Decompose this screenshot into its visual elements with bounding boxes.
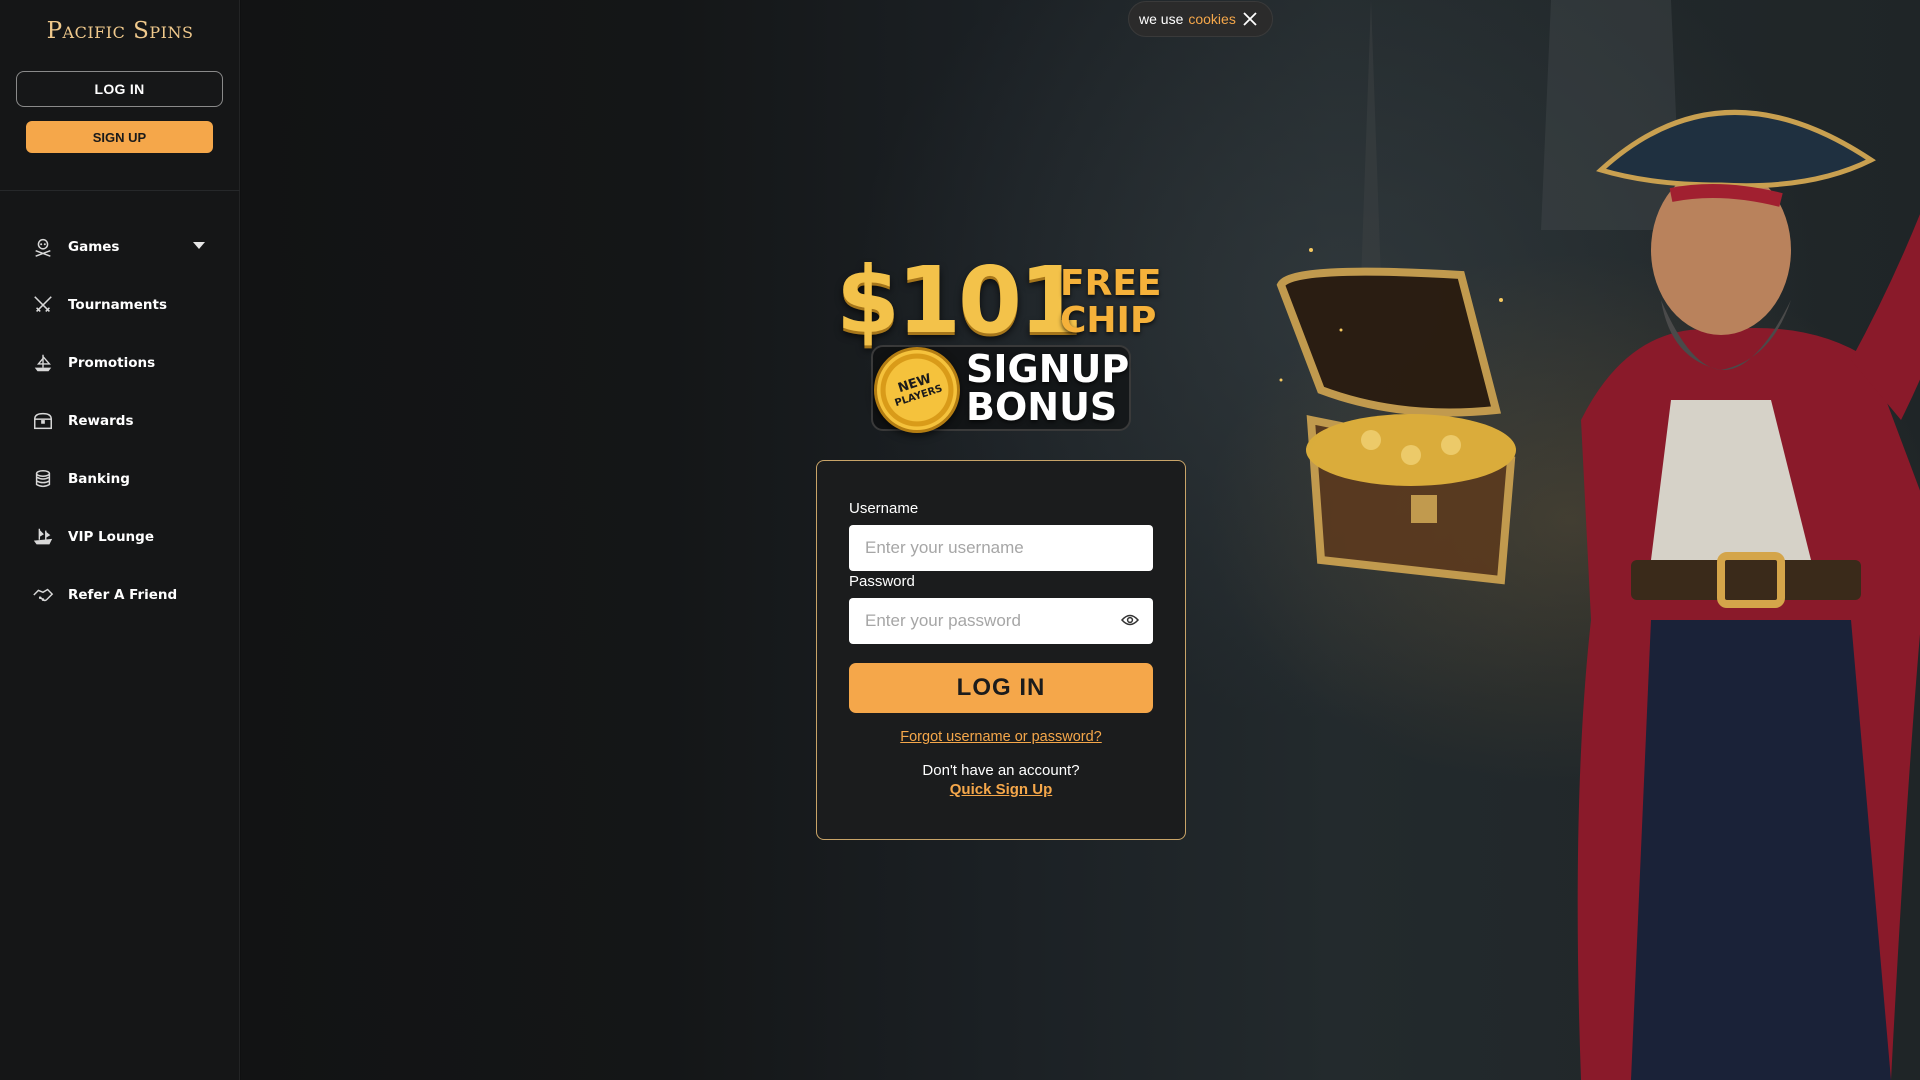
pirate-hero-image [1276,0,1920,1080]
cookies-link[interactable]: cookies [1188,11,1235,27]
username-input[interactable] [849,525,1153,571]
promo-signup-bonus: SIGNUP BONUS [966,350,1129,426]
sidebar-login-button[interactable]: LOG IN [16,71,223,107]
sidebar-item-label: Refer A Friend [68,587,178,603]
close-icon[interactable] [1243,12,1257,26]
sidebar-item-label: Banking [68,471,130,487]
handshake-icon [32,584,54,606]
cookie-text: we use [1139,11,1184,27]
sidebar-item-label: VIP Lounge [68,529,154,545]
forgot-credentials-link[interactable]: Forgot username or password? [817,729,1185,745]
main-content: we use cookies $101 FREE CHIP NEW PLAYER… [241,0,1920,1080]
sidebar-item-tournaments[interactable]: Tournaments [0,276,240,334]
password-label: Password [849,573,915,590]
treasure-chest-icon [32,410,54,432]
crossed-swords-icon [32,294,54,316]
quick-signup-link[interactable]: Quick Sign Up [817,781,1185,798]
promo-amount: $101 [836,247,1083,354]
brand-logo[interactable]: Pacific Spins [0,18,240,44]
coins-stack-icon [32,468,54,490]
promo-bonus-line: BONUS [966,385,1118,429]
login-card: Username Password LOG IN Forgot username… [816,460,1186,840]
sidebar: Pacific Spins LOG IN SIGN UP Games Tourn… [0,0,240,1080]
cookie-banner: we use cookies [1128,1,1273,37]
username-label: Username [849,500,919,517]
sidebar-item-vip-lounge[interactable]: VIP Lounge [0,508,240,566]
sidebar-nav: Games Tournaments Promotions Rewards Ban… [0,218,240,624]
promo-signup-line: SIGNUP [966,347,1130,391]
chevron-down-icon[interactable] [193,238,205,254]
no-account-text: Don't have an account? [922,762,1080,779]
password-input[interactable] [849,598,1153,644]
sidebar-item-label: Tournaments [68,297,168,313]
sidebar-item-rewards[interactable]: Rewards [0,392,240,450]
skull-crossbones-icon [32,236,54,258]
sidebar-item-games[interactable]: Games [0,218,240,276]
login-submit-button[interactable]: LOG IN [849,663,1153,713]
sidebar-item-label: Games [68,239,120,255]
sidebar-item-banking[interactable]: Banking [0,450,240,508]
sidebar-item-promotions[interactable]: Promotions [0,334,240,392]
pirate-ship-icon [32,526,54,548]
promo-free-chip: FREE CHIP [1060,265,1162,339]
ship-icon [32,352,54,374]
sidebar-item-refer-a-friend[interactable]: Refer A Friend [0,566,240,624]
sidebar-item-label: Promotions [68,355,156,371]
promo-chip-line: CHIP [1060,300,1157,341]
promo-free-line: FREE [1060,263,1162,304]
eye-icon[interactable] [1120,613,1140,632]
sidebar-signup-button[interactable]: SIGN UP [26,121,213,153]
sidebar-divider [0,190,240,191]
new-players-chip-icon: NEW PLAYERS [874,347,960,433]
sidebar-item-label: Rewards [68,413,134,429]
signup-bonus-banner: $101 FREE CHIP NEW PLAYERS SIGNUP BONUS [836,255,1166,435]
